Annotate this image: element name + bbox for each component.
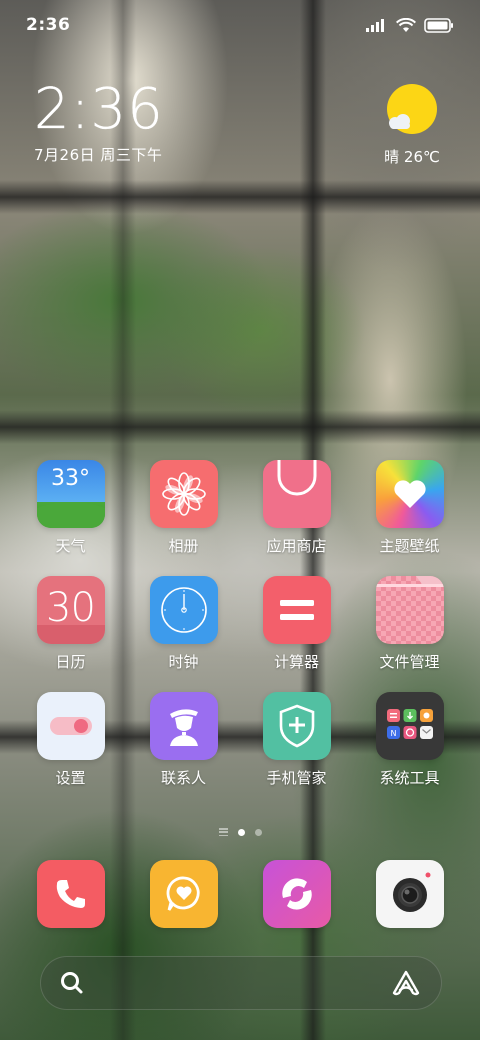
- app-themes[interactable]: 主题壁纸: [353, 460, 466, 558]
- security-shield-icon: [262, 692, 331, 760]
- app-settings[interactable]: 设置: [14, 692, 127, 790]
- status-time: 2:36: [26, 15, 71, 35]
- settings-toggle-icon: [36, 692, 105, 760]
- system-tools-folder-icon: N: [375, 692, 444, 760]
- app-label-store: 应用商店: [266, 537, 327, 555]
- app-label-calculator: 计算器: [273, 653, 319, 671]
- status-bar: 2:36: [0, 0, 480, 50]
- dock-phone[interactable]: [14, 860, 127, 928]
- app-label-contacts: 联系人: [160, 769, 206, 787]
- app-weather[interactable]: 33° 天气: [14, 460, 127, 558]
- app-system-tools[interactable]: N 系统工具: [353, 692, 466, 790]
- app-clock[interactable]: 时钟: [127, 576, 240, 674]
- app-label-themes: 主题壁纸: [379, 537, 440, 555]
- phone-icon: [36, 860, 105, 928]
- app-label-settings: 设置: [55, 769, 86, 787]
- dock-browser[interactable]: [240, 860, 353, 928]
- app-calculator[interactable]: 计算器: [240, 576, 353, 674]
- app-store[interactable]: 应用商店: [240, 460, 353, 558]
- wifi-icon: [396, 17, 416, 32]
- app-contacts[interactable]: 联系人: [127, 692, 240, 790]
- weather-widget[interactable]: 晴 26℃: [380, 82, 444, 167]
- dock: [0, 860, 480, 928]
- app-store-bag-icon: [262, 460, 331, 528]
- gallery-flower-icon: [149, 460, 218, 528]
- app-label-calendar: 日历: [55, 653, 86, 671]
- app-security[interactable]: 手机管家: [240, 692, 353, 790]
- assistant-icon[interactable]: [391, 969, 421, 997]
- app-label-files: 文件管理: [379, 653, 440, 671]
- app-grid: 33° 天气 相册 应用商店 主题壁纸 30 日历 时钟 计算器 文件管理 设置…: [0, 460, 480, 790]
- search-bar[interactable]: [40, 956, 442, 1010]
- app-label-weather: 天气: [55, 537, 86, 555]
- battery-icon: [424, 17, 453, 33]
- file-folder-icon: [375, 576, 444, 644]
- browser-icon: [262, 860, 331, 928]
- camera-icon: [375, 860, 444, 928]
- app-label-gallery: 相册: [168, 537, 199, 555]
- page-dot-active[interactable]: [237, 828, 245, 836]
- dock-messages[interactable]: [127, 860, 240, 928]
- themes-heart-icon: [375, 460, 444, 528]
- dock-camera[interactable]: [353, 860, 466, 928]
- page-menu-icon[interactable]: [218, 828, 228, 836]
- page-indicator[interactable]: [0, 828, 480, 836]
- calendar-day: 30: [46, 585, 96, 631]
- weather-app-temp: 33°: [51, 466, 90, 491]
- search-icon: [61, 972, 83, 994]
- clock-widget[interactable]: 2:36 7月26日 周三下午: [34, 77, 164, 165]
- app-files[interactable]: 文件管理: [353, 576, 466, 674]
- app-label-system-tools: 系统工具: [379, 769, 440, 787]
- clock-icon: [149, 576, 218, 644]
- clock-time: 2:36: [34, 77, 164, 142]
- status-icons: [366, 17, 454, 33]
- messages-icon: [149, 860, 218, 928]
- app-gallery[interactable]: 相册: [127, 460, 240, 558]
- weather-app-icon: 33°: [36, 460, 105, 528]
- app-calendar[interactable]: 30 日历: [14, 576, 127, 674]
- contacts-person-icon: [149, 692, 218, 760]
- weather-text: 晴 26℃: [384, 148, 440, 166]
- sunny-cloud-icon: [384, 82, 440, 138]
- signal-icon: [366, 19, 384, 32]
- app-label-security: 手机管家: [266, 769, 327, 787]
- page-dot[interactable]: [254, 828, 262, 836]
- clock-date: 7月26日 周三下午: [34, 146, 163, 164]
- svg-text:N: N: [390, 729, 396, 738]
- calculator-icon: [262, 576, 331, 644]
- app-label-clock: 时钟: [168, 653, 199, 671]
- calendar-icon: 30: [36, 576, 105, 644]
